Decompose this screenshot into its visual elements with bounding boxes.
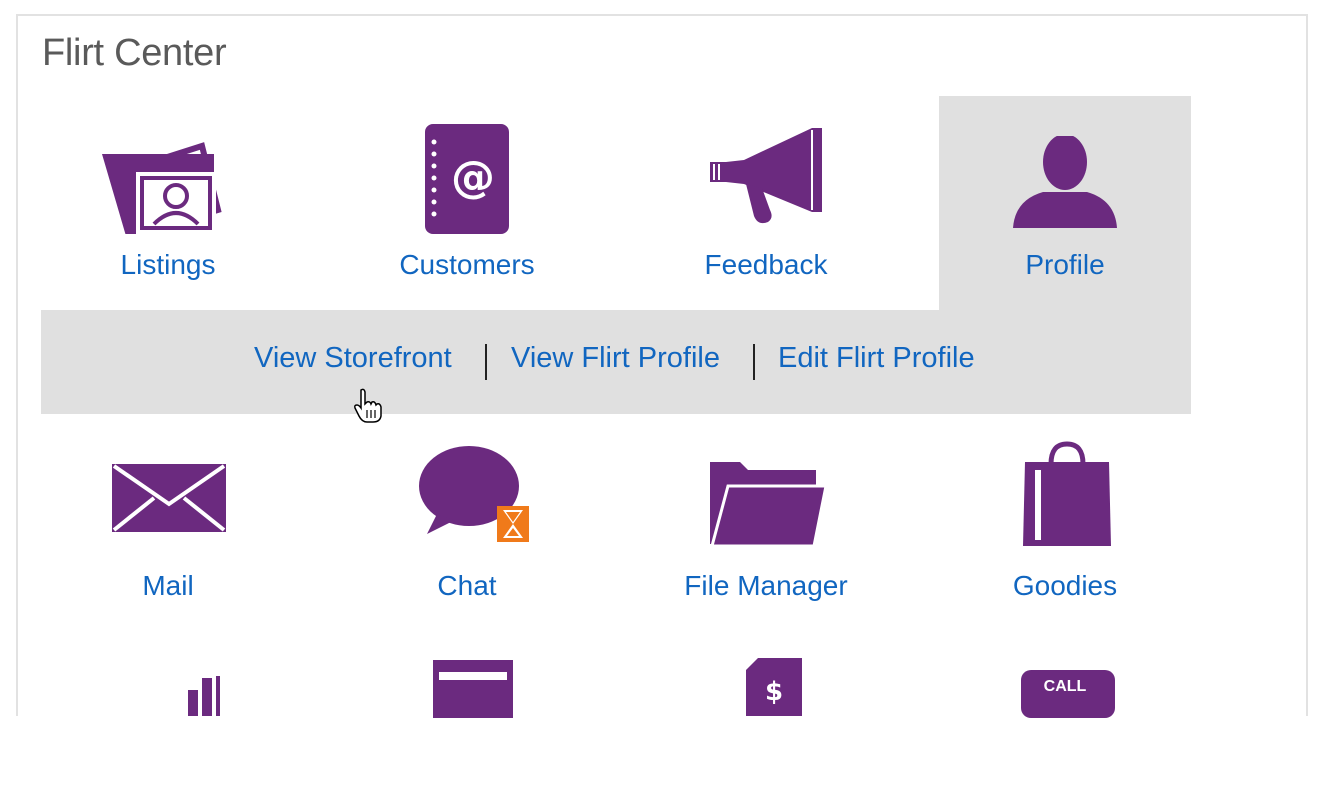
- tile-label: Profile: [1025, 249, 1105, 280]
- tile-row3-3[interactable]: $: [640, 656, 892, 716]
- tile-file-manager[interactable]: File Manager: [640, 426, 892, 616]
- tile-mail[interactable]: Mail: [42, 426, 294, 616]
- card-icon: [341, 658, 593, 778]
- submenu-divider: [485, 344, 487, 380]
- tile-label: Feedback: [704, 249, 828, 280]
- tile-customers[interactable]: @ Customers: [341, 96, 593, 310]
- view-storefront-link[interactable]: View Storefront: [254, 342, 452, 375]
- tile-goodies[interactable]: Goodies: [939, 426, 1191, 616]
- tile-label: Goodies: [1012, 570, 1118, 601]
- tile-label: Chat: [437, 570, 497, 601]
- view-flirt-profile-link[interactable]: View Flirt Profile: [511, 342, 720, 375]
- megaphone-icon: [640, 126, 892, 246]
- tile-label: Customers: [399, 249, 535, 280]
- call-icon-text: CALL: [1043, 678, 1087, 695]
- svg-text:$: $: [765, 677, 783, 707]
- tile-feedback[interactable]: Feedback: [640, 96, 892, 310]
- edit-flirt-profile-link[interactable]: Edit Flirt Profile: [778, 342, 975, 375]
- panel-title: Flirt Center: [42, 32, 227, 74]
- svg-text:@: @: [451, 152, 495, 203]
- bar-chart-icon: [42, 676, 294, 796]
- tile-label: Mail: [142, 570, 194, 601]
- submenu-divider: [753, 344, 755, 380]
- chat-bubble-hourglass-icon: [341, 444, 593, 564]
- tile-row3-4[interactable]: CALL: [939, 656, 1191, 718]
- profile-submenu: View Storefront View Flirt Profile Edit …: [41, 310, 1191, 414]
- flirt-center-panel: Flirt Center Listings @ Customers Feedba…: [16, 14, 1308, 718]
- envelope-icon: [42, 462, 294, 582]
- tile-row3-2[interactable]: [341, 656, 593, 718]
- invoice-dollar-icon: $: [640, 656, 892, 776]
- tile-label: File Manager: [684, 570, 848, 601]
- tile-row3-1[interactable]: [42, 656, 294, 716]
- person-icon: [939, 136, 1191, 256]
- shopping-bag-icon: [939, 440, 1191, 560]
- call-button-icon: CALL: [939, 668, 1191, 788]
- tile-label: Listings: [120, 249, 216, 280]
- address-book-icon: @: [341, 122, 593, 242]
- tile-listings[interactable]: Listings: [42, 96, 294, 310]
- folder-icon: [640, 458, 892, 578]
- tile-chat[interactable]: Chat: [341, 426, 593, 616]
- hand-cursor-icon: [353, 388, 385, 424]
- tile-profile[interactable]: Profile: [939, 96, 1191, 310]
- listings-photos-icon: [42, 124, 294, 244]
